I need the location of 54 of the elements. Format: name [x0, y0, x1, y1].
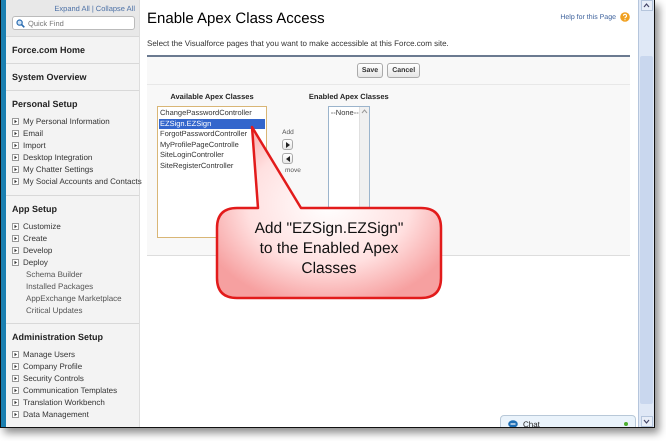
page-title: Enable Apex Class Access: [147, 10, 325, 27]
up-caret-icon: [643, 3, 650, 8]
section-heading[interactable]: App Setup: [12, 204, 139, 214]
expand-icon[interactable]: [12, 166, 19, 174]
scrollbar-thumb[interactable]: [640, 56, 653, 404]
expand-icon[interactable]: [12, 142, 19, 150]
sidebar-item[interactable]: Deploy: [12, 258, 139, 267]
expand-icon[interactable]: [12, 387, 19, 394]
sidebar-item[interactable]: Communication Templates: [12, 386, 139, 396]
sidebar-item[interactable]: Translation Workbench: [12, 398, 139, 408]
sidebar-item[interactable]: My Chatter Settings: [12, 165, 139, 174]
sidebar-item[interactable]: My Personal Information: [12, 117, 139, 126]
expand-icon[interactable]: [12, 222, 19, 230]
section-heading[interactable]: Force.com Home: [12, 45, 139, 55]
expand-icon[interactable]: [12, 351, 19, 358]
description-text: Select the Visualforce pages that you want to make accessible at this Force.com site.: [147, 39, 450, 48]
sidebar-item[interactable]: Develop: [12, 246, 139, 255]
expand-icon[interactable]: [12, 130, 19, 138]
chat-bar[interactable]: Chat: [500, 415, 636, 427]
expand-icon[interactable]: [12, 411, 19, 418]
sidebar-item[interactable]: Customize: [12, 222, 139, 231]
sidebar-item[interactable]: Email: [12, 129, 139, 138]
expand-icon[interactable]: [12, 363, 19, 370]
sidebar-item[interactable]: Desktop Integration: [12, 153, 139, 162]
expand-icon[interactable]: [12, 118, 19, 126]
expand-icon[interactable]: [12, 178, 19, 186]
sidebar-link[interactable]: Installed Packages: [12, 282, 139, 291]
scroll-up-button[interactable]: [640, 0, 652, 11]
expand-icon[interactable]: [12, 399, 19, 406]
sidebar-item[interactable]: Security Controls: [12, 374, 139, 384]
expand-icon[interactable]: [12, 258, 19, 266]
scroll-down-button[interactable]: [640, 416, 652, 427]
section-heading[interactable]: Personal Setup: [12, 99, 139, 109]
sidebar-item[interactable]: Company Profile: [12, 362, 139, 372]
expand-icon[interactable]: [12, 154, 19, 162]
expand-icon[interactable]: [12, 234, 19, 242]
sidebar-item[interactable]: Create: [12, 234, 139, 243]
sidebar-item[interactable]: Manage Users: [12, 350, 139, 360]
right-arrow-icon: [286, 142, 290, 148]
sidebar-link[interactable]: AppExchange Marketplace: [12, 294, 139, 303]
sidebar-item[interactable]: Import: [12, 141, 139, 150]
sidebar-link[interactable]: Schema Builder: [12, 270, 139, 279]
sidebar-item[interactable]: My Social Accounts and Contacts: [12, 177, 139, 186]
left-arrow-icon: [286, 156, 290, 162]
expand-icon[interactable]: [12, 246, 19, 254]
expand-icon[interactable]: [12, 375, 19, 382]
sidebar-item[interactable]: Data Management: [12, 410, 139, 420]
section-heading[interactable]: Administration Setup: [12, 332, 139, 342]
sidebar-link[interactable]: Critical Updates: [12, 306, 139, 315]
remove-button[interactable]: [282, 153, 294, 164]
down-caret-icon: [643, 419, 650, 424]
section-heading[interactable]: System Overview: [12, 72, 139, 82]
search-icon: [16, 18, 25, 28]
add-button[interactable]: [282, 139, 294, 150]
